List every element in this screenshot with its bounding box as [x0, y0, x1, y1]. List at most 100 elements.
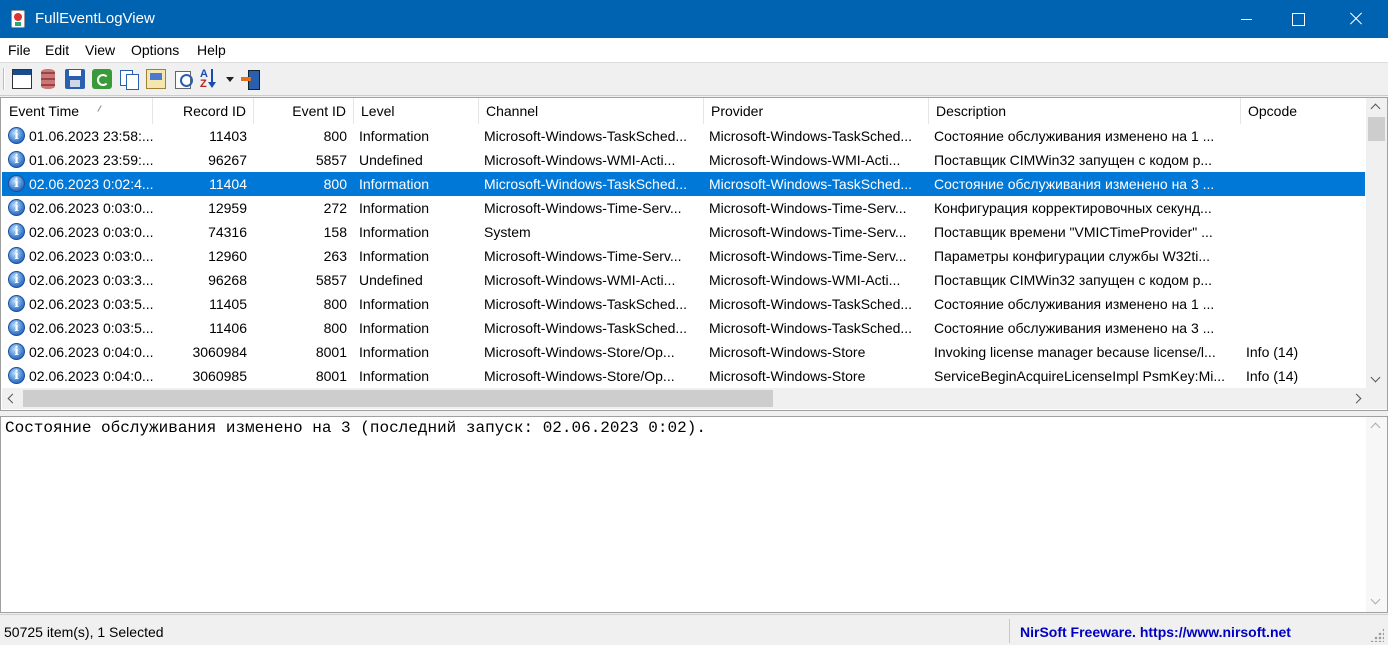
refresh-icon[interactable]: [92, 69, 112, 89]
copy-icon[interactable]: [119, 69, 139, 90]
menu-view[interactable]: View: [85, 42, 115, 58]
table-row[interactable]: i 02.06.2023 0:04:0... 3060984 8001 Informat…: [2, 340, 1365, 364]
col-provider[interactable]: Provider: [704, 98, 929, 124]
chevron-right-icon: [1351, 393, 1362, 404]
cell-record: 96267: [208, 152, 247, 168]
table-row[interactable]: i 02.06.2023 0:03:5... 11405 800 Information…: [2, 292, 1365, 316]
col-channel[interactable]: Channel: [479, 98, 704, 124]
save-icon[interactable]: [65, 69, 85, 89]
menu-help[interactable]: Help: [197, 42, 226, 58]
cell-time: 01.06.2023 23:59:...: [29, 152, 153, 168]
cell-level: Information: [359, 176, 430, 192]
table-row[interactable]: i 02.06.2023 0:02:4... 11404 800 Information…: [2, 172, 1365, 196]
cell-level: Information: [359, 296, 430, 312]
cell-record: 3060984: [192, 344, 247, 360]
list-vertical-scrollbar[interactable]: [1366, 98, 1387, 388]
cell-channel: Microsoft-Windows-WMI-Acti...: [484, 152, 676, 168]
event-details-text: Состояние обслуживания изменено на 3 (по…: [5, 419, 706, 437]
horizontal-scroll-thumb[interactable]: [23, 390, 773, 407]
cell-time: 02.06.2023 0:03:5...: [29, 296, 153, 312]
find-icon[interactable]: [173, 69, 193, 89]
sort-icon[interactable]: AZ: [200, 69, 220, 90]
table-row[interactable]: i 01.06.2023 23:59:... 96267 5857 Undefined M…: [2, 148, 1365, 172]
cell-level: Information: [359, 368, 430, 384]
cell-event: 800: [323, 128, 347, 144]
exit-icon[interactable]: [240, 69, 260, 90]
scroll-right-button[interactable]: [1349, 388, 1366, 409]
close-button[interactable]: [1332, 0, 1384, 38]
cell-level: Information: [359, 320, 430, 336]
cell-desc: Состояние обслуживания изменено на 1 ...: [934, 296, 1215, 312]
database-icon[interactable]: [41, 69, 55, 89]
scroll-down-button[interactable]: [1366, 371, 1387, 388]
info-level-icon: i: [8, 127, 25, 144]
cell-record: 11403: [209, 128, 247, 144]
col-description[interactable]: Description: [929, 98, 1241, 124]
title-bar: FullEventLogView: [0, 0, 1388, 38]
menu-options[interactable]: Options: [131, 42, 179, 58]
cell-provider: Microsoft-Windows-Time-Serv...: [709, 248, 907, 264]
cell-event: 5857: [315, 272, 347, 288]
cell-record: 11404: [209, 176, 247, 192]
cell-time: 02.06.2023 0:03:5...: [29, 320, 153, 336]
chevron-down-icon: [1370, 372, 1381, 383]
menu-edit[interactable]: Edit: [45, 42, 69, 58]
table-row[interactable]: i 02.06.2023 0:03:3... 96268 5857 Undefined M…: [2, 268, 1365, 292]
col-level[interactable]: Level: [354, 98, 479, 124]
info-level-icon: i: [8, 199, 25, 216]
event-list[interactable]: Event Time Record ID Event ID Level Chan…: [0, 97, 1388, 411]
cell-desc: Состояние обслуживания изменено на 3 ...: [934, 320, 1215, 336]
table-row[interactable]: i 02.06.2023 0:04:0... 3060985 8001 Informat…: [2, 364, 1365, 388]
details-scroll-up-button[interactable]: [1366, 417, 1387, 434]
col-opcode[interactable]: Opcode: [1241, 98, 1365, 124]
menu-file[interactable]: File: [8, 42, 31, 58]
table-row[interactable]: i 02.06.2023 0:03:5... 11406 800 Information…: [2, 316, 1365, 340]
table-row[interactable]: i 01.06.2023 23:58:... 11403 800 Information…: [2, 124, 1365, 148]
menu-bar: File Edit View Options Help: [0, 38, 1388, 62]
details-vertical-scrollbar[interactable]: [1366, 417, 1387, 612]
resize-grip-icon[interactable]: [1370, 628, 1384, 642]
table-row[interactable]: i 02.06.2023 0:03:0... 74316 158 Information…: [2, 220, 1365, 244]
cell-record: 12959: [208, 200, 247, 216]
table-row[interactable]: i 02.06.2023 0:03:0... 12959 272 Information…: [2, 196, 1365, 220]
sort-dropdown-icon[interactable]: [226, 77, 234, 82]
details-scroll-down-button[interactable]: [1366, 593, 1387, 610]
scroll-up-button[interactable]: [1366, 98, 1387, 115]
cell-record: 11406: [209, 320, 247, 336]
app-icon[interactable]: [11, 10, 25, 28]
col-event-time[interactable]: Event Time: [2, 98, 153, 124]
cell-event: 263: [323, 248, 347, 264]
cell-channel: Microsoft-Windows-TaskSched...: [484, 296, 688, 312]
table-row[interactable]: i 02.06.2023 0:03:0... 12960 263 Information…: [2, 244, 1365, 268]
cell-record: 12960: [208, 248, 247, 264]
cell-desc: Конфигурация корректировочных секунд...: [934, 200, 1212, 216]
cell-level: Information: [359, 224, 430, 240]
cell-provider: Microsoft-Windows-TaskSched...: [709, 176, 913, 192]
cell-event: 8001: [315, 344, 347, 360]
cell-level: Undefined: [359, 272, 423, 288]
scroll-left-button[interactable]: [2, 388, 19, 409]
chevron-down-icon: [1370, 594, 1381, 605]
html-report-icon[interactable]: [146, 69, 166, 89]
list-horizontal-scrollbar[interactable]: [2, 388, 1366, 409]
col-event-id[interactable]: Event ID: [254, 98, 354, 124]
cell-opcode: Info (14): [1246, 344, 1299, 360]
cell-opcode: Info (14): [1246, 368, 1299, 384]
vertical-scroll-thumb[interactable]: [1368, 117, 1385, 141]
item-count: 50725 item(s), 1 Selected: [4, 624, 164, 640]
info-level-icon: i: [8, 175, 25, 192]
nirsoft-link[interactable]: NirSoft Freeware. https://www.nirsoft.ne…: [1020, 624, 1291, 640]
cell-provider: Microsoft-Windows-Time-Serv...: [709, 200, 907, 216]
cell-provider: Microsoft-Windows-TaskSched...: [709, 128, 913, 144]
toolbar-grip: [3, 68, 5, 90]
cell-channel: Microsoft-Windows-TaskSched...: [484, 320, 688, 336]
cell-desc: Параметры конфигурации службы W32ti...: [934, 248, 1211, 264]
cell-level: Information: [359, 200, 430, 216]
col-record-id[interactable]: Record ID: [153, 98, 254, 124]
maximize-button[interactable]: [1272, 0, 1324, 38]
event-details-pane[interactable]: Состояние обслуживания изменено на 3 (по…: [0, 416, 1388, 613]
minimize-button[interactable]: [1220, 0, 1272, 38]
properties-icon[interactable]: [12, 69, 32, 89]
cell-channel: Microsoft-Windows-Time-Serv...: [484, 200, 682, 216]
toolbar: AZ: [0, 62, 1388, 96]
